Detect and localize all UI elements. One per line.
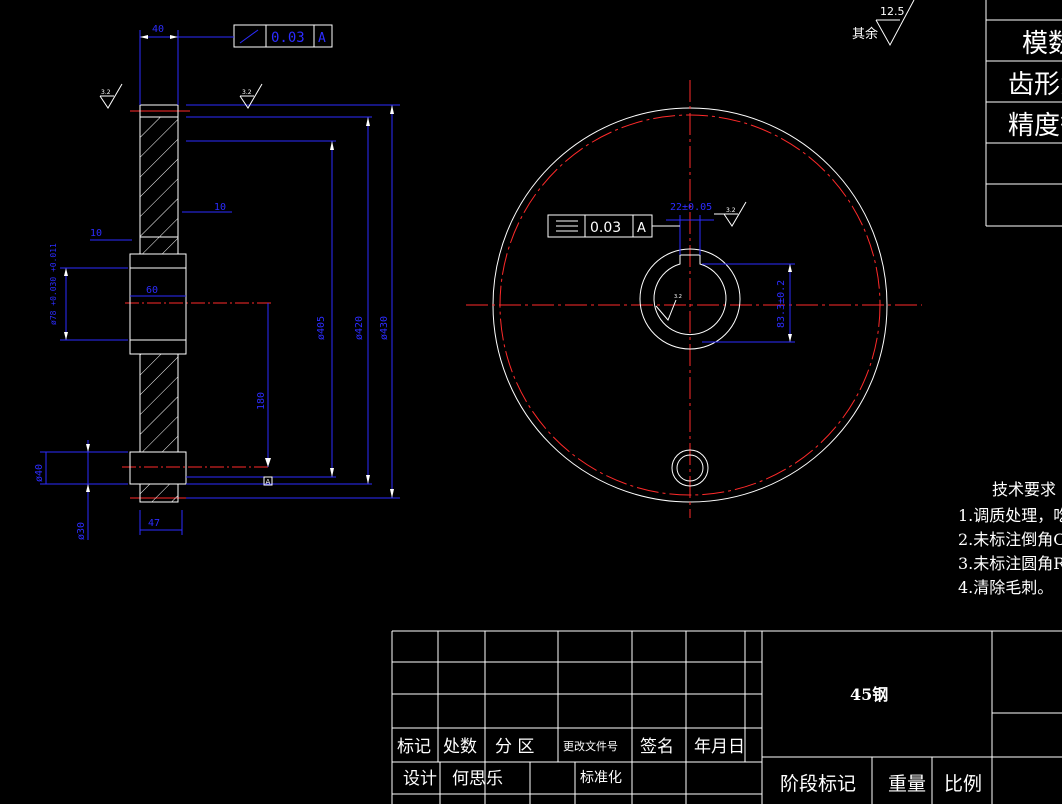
dim-hub-step-left: 10 <box>90 228 102 239</box>
side-view: A 40 10 10 60 ø78 +0.030 +0.011 180 ø405… <box>34 24 400 540</box>
dim-hub-step-right: 10 <box>214 202 226 213</box>
tb-date: 年月日 <box>694 737 745 757</box>
dim-dia-405: ø405 <box>316 316 327 340</box>
lower-web-section <box>139 353 179 453</box>
dim-dia-430: ø430 <box>379 316 390 340</box>
keyway-roughness-symbol: 3.2 <box>714 201 747 227</box>
svg-text:3.2: 3.2 <box>726 207 736 214</box>
dim-top-width: 40 <box>152 24 164 35</box>
param-row-module: 模数 <box>1022 29 1062 59</box>
tb-change-doc: 更改文件号 <box>563 739 618 753</box>
tb-mark: 标记 <box>397 737 431 757</box>
rest-label: 其余 <box>852 26 878 42</box>
hub <box>129 253 187 355</box>
tb-stage-label: 阶段标记 <box>780 773 856 795</box>
dim-dia-420: ø420 <box>354 316 365 340</box>
corner-roughness: 其余 12.5 <box>852 0 915 47</box>
param-table: 模数 齿形角 精度等 <box>985 0 1062 227</box>
keyway-width-dim: 22±0.05 <box>670 202 712 213</box>
param-row-accuracy: 精度等 <box>1008 111 1062 141</box>
tech-requirements: 技术要求 1.调质处理，吃 2.未标注倒角C 3.未标注圆角R 4.清除毛刺。 <box>958 480 1062 597</box>
hole-section <box>129 451 187 485</box>
tech-item-2: 2.未标注倒角C <box>958 530 1062 549</box>
dim-bore-dia: ø78 +0.030 +0.011 <box>49 243 58 325</box>
tb-weight-label: 重量 <box>888 773 926 795</box>
dim-hole-dia-30: ø30 <box>76 522 87 540</box>
rim-bottom <box>139 483 179 503</box>
tb-standard-label: 标准化 <box>580 770 622 786</box>
tb-design-label: 设计 <box>403 769 437 789</box>
hub-upper-hatch <box>140 237 178 254</box>
datum-a-label: A <box>266 478 271 486</box>
corner-roughness-value: 12.5 <box>880 5 905 18</box>
front-tolerance-datum: A <box>637 221 646 236</box>
tech-title: 技术要求 <box>992 480 1056 499</box>
dim-hub-width: 60 <box>146 285 158 296</box>
side-tolerance-value: 0.03 <box>271 30 305 46</box>
tb-count: 处数 <box>443 737 477 757</box>
dim-offset-180: 180 <box>256 392 267 410</box>
front-tolerance-value: 0.03 <box>590 220 621 236</box>
dim-rim-width: 47 <box>148 518 160 529</box>
front-tolerance-frame: 0.03 A <box>547 214 680 238</box>
tech-item-1: 1.调质处理，吃 <box>958 506 1062 525</box>
tech-item-4: 4.清除毛刺。 <box>958 578 1053 597</box>
keyway-depth-dim: 83.3±0.2 <box>776 280 787 328</box>
title-block: 45钢 标记 处数 分 区 更改文件号 签名 年月日 设计 何思乐 标准化 阶段… <box>391 630 1062 804</box>
bore-roughness-symbol: 3.2 <box>655 294 682 321</box>
front-view: 22±0.05 83.3±0.2 3.2 3.2 0.03 A <box>466 80 922 518</box>
param-row-pressure-angle: 齿形角 <box>1008 70 1062 100</box>
cad-drawing: A 40 10 10 60 ø78 +0.030 +0.011 180 ø405… <box>34 0 1062 804</box>
material-label: 45钢 <box>850 685 888 704</box>
tb-signature: 签名 <box>640 737 674 757</box>
tech-item-3: 3.未标注圆角R <box>958 554 1062 573</box>
svg-text:3.2: 3.2 <box>242 89 252 96</box>
tb-zone: 分 区 <box>495 737 534 757</box>
upper-web-section <box>139 116 179 238</box>
roughness-symbol-right: 3.2 <box>239 83 263 109</box>
side-tolerance-datum: A <box>318 31 326 46</box>
tb-designer: 何思乐 <box>452 769 503 789</box>
dim-hole-dia-40: ø40 <box>34 464 45 482</box>
tb-scale-label: 比例 <box>944 773 982 795</box>
roughness-symbol-left: 3.2 <box>99 83 123 109</box>
side-tolerance-frame: 0.03 A <box>178 24 333 48</box>
svg-text:3.2: 3.2 <box>101 89 111 96</box>
svg-text:3.2: 3.2 <box>674 294 682 300</box>
